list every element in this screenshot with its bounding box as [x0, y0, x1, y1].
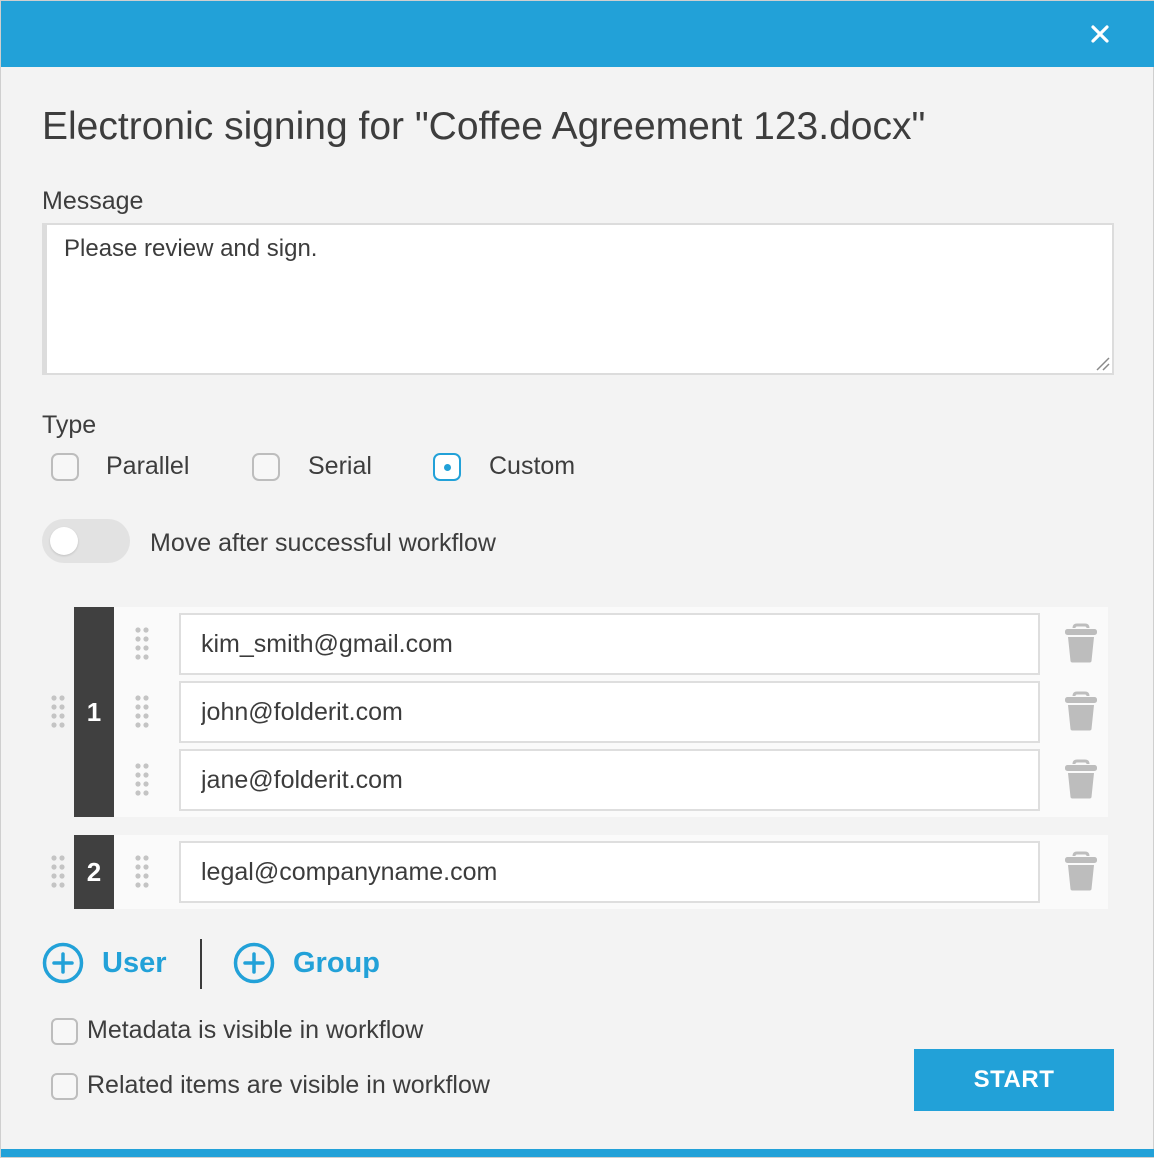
related-items-visible-label: Related items are visible in workflow	[87, 1071, 490, 1099]
add-user-label: User	[102, 946, 167, 979]
trash-icon[interactable]	[1064, 691, 1098, 731]
user-drag-handle-icon[interactable]	[134, 626, 150, 660]
plus-circle-icon	[42, 942, 84, 984]
group-number: 2	[74, 835, 114, 909]
dialog-title: Electronic signing for "Coffee Agreement…	[42, 105, 926, 148]
group-drag-handle-icon[interactable]	[50, 854, 66, 888]
message-textarea[interactable]	[42, 223, 1114, 375]
message-label: Message	[42, 187, 144, 215]
type-label: Type	[42, 411, 97, 439]
radio-serial[interactable]	[252, 453, 280, 481]
trash-icon[interactable]	[1064, 759, 1098, 799]
move-after-workflow-toggle[interactable]	[42, 519, 130, 563]
related-items-visible-checkbox[interactable]	[51, 1073, 78, 1100]
radio-parallel-label[interactable]: Parallel	[106, 452, 189, 481]
add-group-button[interactable]: Group	[233, 941, 380, 985]
group-number: 1	[74, 607, 114, 817]
close-icon[interactable]	[1089, 23, 1111, 45]
resize-grip-icon[interactable]	[1094, 355, 1110, 371]
signer-email-input[interactable]	[179, 681, 1040, 743]
radio-serial-label[interactable]: Serial	[308, 452, 372, 481]
metadata-visible-checkbox[interactable]	[51, 1018, 78, 1045]
divider	[200, 939, 202, 989]
add-user-button[interactable]: User	[42, 941, 167, 985]
user-drag-handle-icon[interactable]	[134, 694, 150, 728]
signer-email-input[interactable]	[179, 613, 1040, 675]
trash-icon[interactable]	[1064, 851, 1098, 891]
toggle-knob	[50, 527, 78, 555]
start-button[interactable]: START	[914, 1049, 1114, 1111]
radio-custom-label[interactable]: Custom	[489, 452, 575, 481]
signer-email-input[interactable]	[179, 749, 1040, 811]
user-drag-handle-icon[interactable]	[134, 762, 150, 796]
add-group-label: Group	[293, 946, 380, 979]
trash-icon[interactable]	[1064, 623, 1098, 663]
plus-circle-icon	[233, 942, 275, 984]
user-drag-handle-icon[interactable]	[134, 854, 150, 888]
signing-dialog: Electronic signing for "Coffee Agreement…	[0, 0, 1154, 1158]
signer-email-input[interactable]	[179, 841, 1040, 903]
metadata-visible-label: Metadata is visible in workflow	[87, 1016, 424, 1044]
radio-custom[interactable]	[433, 453, 461, 481]
dialog-header	[1, 1, 1154, 67]
footer-strip	[1, 1149, 1154, 1157]
move-after-workflow-label: Move after successful workflow	[150, 529, 496, 557]
radio-parallel[interactable]	[51, 453, 79, 481]
group-drag-handle-icon[interactable]	[50, 694, 66, 728]
